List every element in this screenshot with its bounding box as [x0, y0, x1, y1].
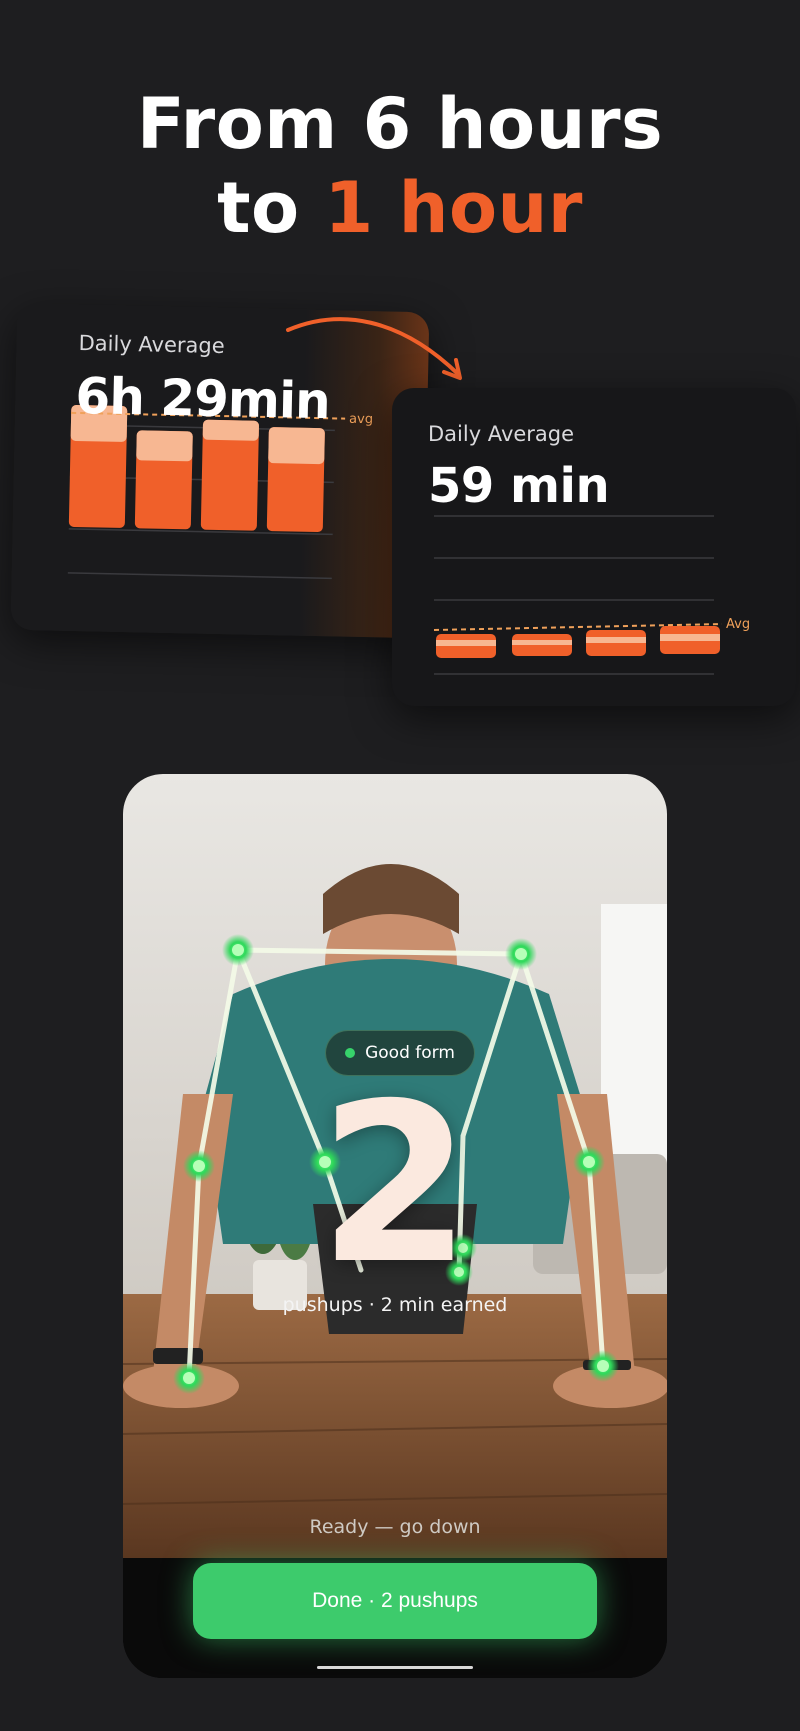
home-indicator[interactable]	[317, 1666, 473, 1669]
headline-accent: 1 hour	[324, 167, 583, 249]
rep-caption: pushups · 2 min earned	[282, 1294, 508, 1316]
daily-average-label-before: Daily Average	[78, 331, 225, 359]
daily-average-label-after: Daily Average	[428, 422, 575, 446]
bar-after-1-highlight	[436, 640, 496, 646]
avg-label-before: avg	[349, 412, 373, 427]
camera-view: Good form 2 pushups · 2 min earned Ready…	[123, 774, 667, 1678]
bar-before-4-highlight	[268, 427, 325, 465]
bar-after-2-highlight	[512, 640, 572, 645]
exercise-status: Ready — go down	[309, 1516, 481, 1538]
daily-average-card-after: Avg Daily Average 59 min	[392, 388, 796, 706]
curved-arrow-icon	[286, 317, 462, 380]
bar-after-4-highlight	[660, 634, 720, 641]
done-button[interactable]: Done · 2 pushups	[193, 1563, 597, 1639]
rep-counter: 2	[318, 1056, 472, 1312]
headline-line-1: From 6 hours	[136, 83, 664, 165]
bar-after-3-highlight	[586, 637, 646, 643]
headline: From 6 hours to 1 hour	[0, 82, 800, 250]
bars-after	[436, 626, 720, 658]
headline-line-2: to 1 hour	[0, 166, 800, 250]
headline-line-2-prefix: to	[217, 167, 325, 249]
bar-before-2-highlight	[136, 430, 193, 462]
daily-average-value-after: 59 min	[428, 458, 610, 514]
avg-label-after: Avg	[726, 617, 750, 632]
